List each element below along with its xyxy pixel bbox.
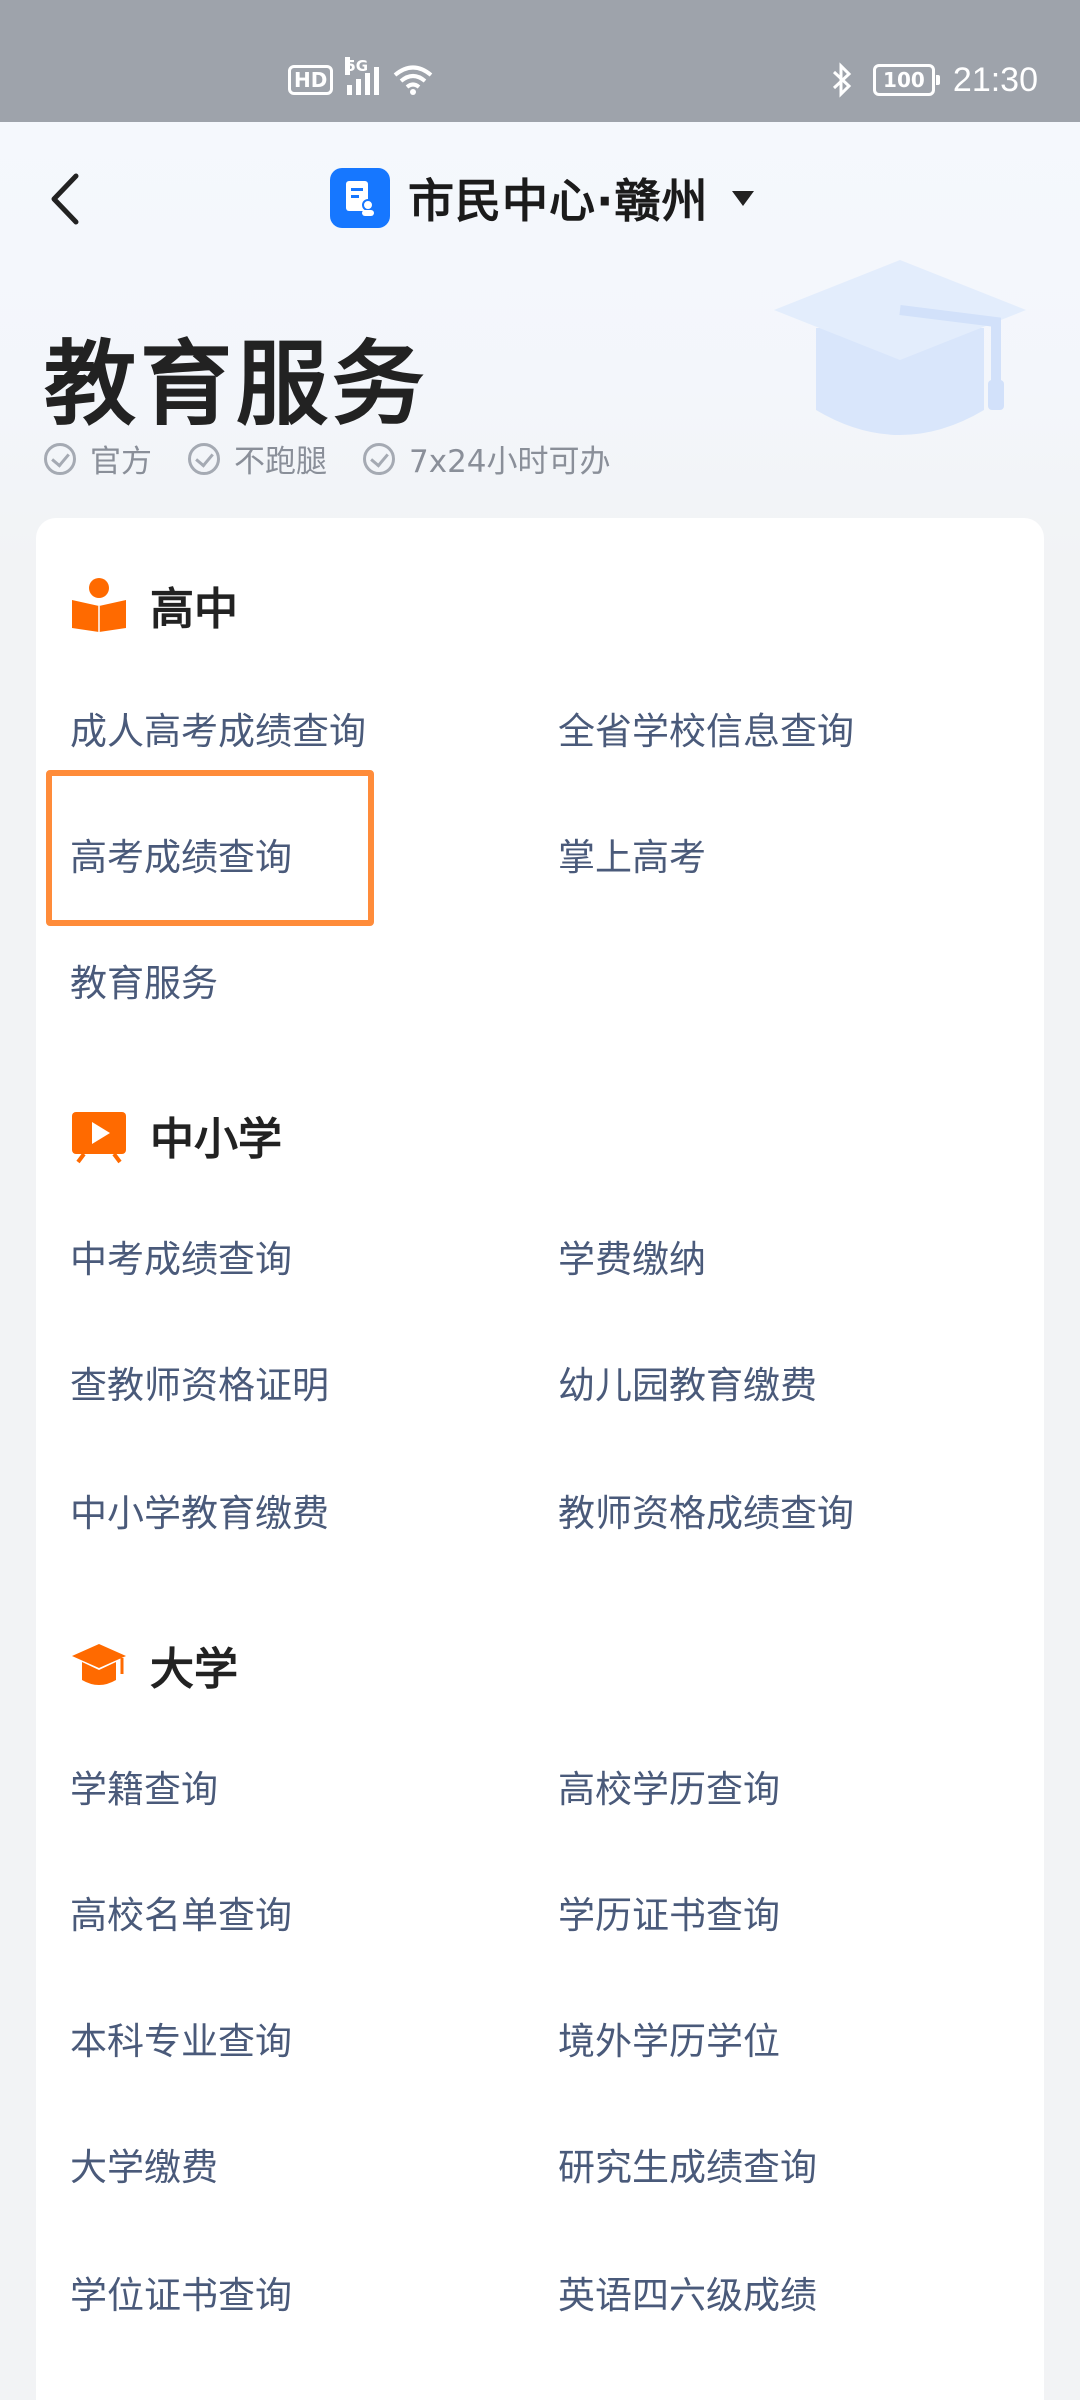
service-postgrad-score[interactable]: 研究生成绩查询	[558, 2138, 817, 2198]
status-bar: HD 5G 100 21:30	[0, 0, 1080, 122]
nav-bar: 市民中心·赣州	[0, 122, 1080, 272]
graduation-cap-illustration	[774, 260, 1026, 435]
battery-icon: 100	[872, 64, 940, 96]
check-circle-icon	[44, 442, 76, 475]
service-adult-gaokao-score[interactable]: 成人高考成绩查询	[70, 702, 366, 762]
signal-icon: 5G	[345, 57, 380, 95]
check-circle-icon	[188, 442, 220, 475]
service-k12-fee[interactable]: 中小学教育缴费	[70, 1484, 329, 1544]
badge-official: 官方	[44, 436, 152, 481]
service-badges: 官方 不跑腿 7x24小时可办	[44, 436, 611, 481]
chevron-left-icon	[51, 173, 79, 225]
service-teacher-exam-score[interactable]: 教师资格成绩查询	[558, 1484, 854, 1544]
service-cet-score[interactable]: 英语四六级成绩	[558, 2266, 817, 2326]
service-kindergarten-fee[interactable]: 幼儿园教育缴费	[558, 1356, 817, 1416]
nav-title: 市民中心·赣州	[408, 174, 709, 228]
wifi-icon	[394, 65, 433, 95]
app-logo-icon	[330, 168, 390, 228]
service-university-fee[interactable]: 大学缴费	[70, 2138, 218, 2198]
badge-24x7: 7x24小时可办	[363, 436, 611, 481]
clock: 21:30	[952, 60, 1038, 99]
page-title: 教育服务	[44, 331, 429, 438]
service-student-status[interactable]: 学籍查询	[70, 1760, 218, 1820]
city-selector[interactable]: 市民中心·赣州	[330, 162, 755, 234]
section-university: 大学	[70, 1630, 238, 1700]
badge-no-errand: 不跑腿	[188, 436, 327, 481]
hd-icon: HD	[288, 65, 334, 95]
service-gaokao-score[interactable]: 高考成绩查询	[70, 828, 292, 888]
service-mobile-gaokao[interactable]: 掌上高考	[558, 828, 706, 888]
status-network: HD 5G	[288, 56, 433, 104]
service-overseas-degree[interactable]: 境外学历学位	[558, 2012, 780, 2072]
service-education[interactable]: 教育服务	[70, 954, 218, 1014]
back-button[interactable]	[40, 164, 100, 234]
video-play-icon	[72, 1112, 126, 1164]
service-tuition-payment[interactable]: 学费缴纳	[558, 1230, 706, 1290]
service-major-query[interactable]: 本科专业查询	[70, 2012, 292, 2072]
graduation-cap-icon	[72, 1644, 126, 1685]
service-province-school-info[interactable]: 全省学校信息查询	[558, 702, 854, 762]
bluetooth-icon	[832, 62, 852, 98]
section-k12: 中小学	[70, 1100, 282, 1170]
service-teacher-cert-proof[interactable]: 查教师资格证明	[70, 1356, 329, 1416]
student-book-icon	[72, 578, 126, 632]
check-circle-icon	[363, 442, 395, 475]
service-zhongkao-score[interactable]: 中考成绩查询	[70, 1230, 292, 1290]
service-card: 高中 成人高考成绩查询 全省学校信息查询 高考成绩查询 掌上高考 教育服务 中小…	[36, 518, 1044, 2400]
service-degree-record[interactable]: 高校学历查询	[558, 1760, 780, 1820]
service-diploma-query[interactable]: 学历证书查询	[558, 1886, 780, 1946]
section-high-school: 高中	[70, 570, 238, 640]
service-degree-cert[interactable]: 学位证书查询	[70, 2266, 292, 2326]
status-right: 100 21:30	[829, 56, 1038, 104]
dropdown-arrow-icon	[732, 190, 755, 206]
service-university-list[interactable]: 高校名单查询	[70, 1886, 292, 1946]
